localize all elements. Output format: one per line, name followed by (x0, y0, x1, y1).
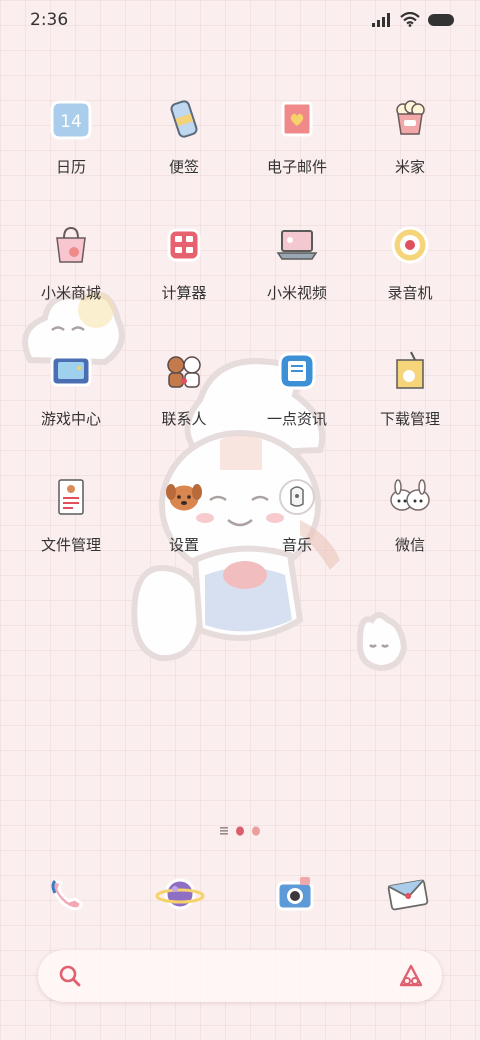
dock-camera[interactable] (265, 864, 325, 924)
file-manager-icon (58, 479, 84, 515)
page-dot (252, 826, 260, 836)
app-label: 下载管理 (379, 410, 440, 428)
app-calendar[interactable]: 14 日历 (16, 90, 126, 177)
app-label: 米家 (394, 158, 425, 176)
page-indicator[interactable] (0, 826, 480, 836)
phone-icon (51, 879, 83, 911)
calculator-icon (167, 228, 201, 262)
contacts-icon (167, 356, 201, 388)
browser-planet-icon (155, 878, 205, 910)
app-wechat[interactable]: 微信 (355, 468, 465, 555)
wifi-icon (400, 12, 420, 27)
app-settings[interactable]: 设置 (129, 468, 239, 555)
calendar-icon: 14 (50, 100, 92, 140)
mijia-icon (396, 100, 425, 135)
app-label: 录音机 (387, 284, 433, 302)
mi-store-icon (56, 226, 86, 263)
settings-icon (166, 482, 202, 514)
dock-messages[interactable] (378, 864, 438, 924)
app-label: 微信 (394, 536, 425, 554)
app-label: 音乐 (281, 536, 312, 554)
recorder-icon (391, 226, 429, 264)
download-manager-icon (396, 351, 424, 389)
app-label: 电子邮件 (266, 158, 327, 176)
app-label: 设置 (168, 536, 199, 554)
search-icon[interactable] (58, 964, 82, 988)
app-music[interactable]: 音乐 (242, 468, 352, 555)
app-label: 计算器 (161, 284, 207, 302)
email-icon (281, 101, 313, 137)
app-label: 日历 (55, 158, 86, 176)
app-mijia[interactable]: 米家 (355, 90, 465, 177)
dock (0, 858, 480, 930)
search-input[interactable] (98, 960, 382, 994)
notes-icon (170, 100, 198, 138)
app-recorder[interactable]: 录音机 (355, 216, 465, 303)
app-mi-video[interactable]: 小米视频 (242, 216, 352, 303)
calendar-date: 14 (60, 112, 82, 132)
app-file-manager[interactable]: 文件管理 (16, 468, 126, 555)
dock-phone[interactable] (36, 864, 96, 924)
status-time: 2:36 (30, 10, 69, 30)
battery-icon (428, 13, 454, 26)
signal-icon (372, 12, 390, 27)
wechat-icon (390, 479, 430, 511)
app-label: 小米视频 (266, 284, 327, 302)
app-label: 便签 (168, 158, 199, 176)
app-label: 一点资讯 (266, 410, 327, 428)
mi-video-icon (276, 230, 318, 260)
page-menu-icon (220, 827, 228, 835)
dock-browser[interactable] (150, 864, 210, 924)
app-news[interactable]: 一点资讯 (242, 342, 352, 429)
app-label: 联系人 (161, 410, 207, 428)
assistant-icon[interactable] (398, 963, 424, 989)
messages-icon (387, 879, 429, 911)
app-download-manager[interactable]: 下载管理 (355, 342, 465, 429)
status-bar: 2:36 (0, 0, 480, 40)
app-label: 游戏中心 (40, 410, 101, 428)
app-contacts[interactable]: 联系人 (129, 342, 239, 429)
search-bar[interactable] (38, 950, 442, 1002)
app-mi-store[interactable]: 小米商城 (16, 216, 126, 303)
camera-icon (276, 877, 314, 911)
app-email[interactable]: 电子邮件 (242, 90, 352, 177)
game-center-icon (50, 355, 92, 387)
app-game-center[interactable]: 游戏中心 (16, 342, 126, 429)
news-icon (278, 352, 316, 390)
app-notes[interactable]: 便签 (129, 90, 239, 177)
page-dot-active (236, 826, 244, 836)
app-label: 小米商城 (40, 284, 101, 302)
music-icon (279, 479, 315, 515)
app-calculator[interactable]: 计算器 (129, 216, 239, 303)
app-label: 文件管理 (40, 536, 101, 554)
